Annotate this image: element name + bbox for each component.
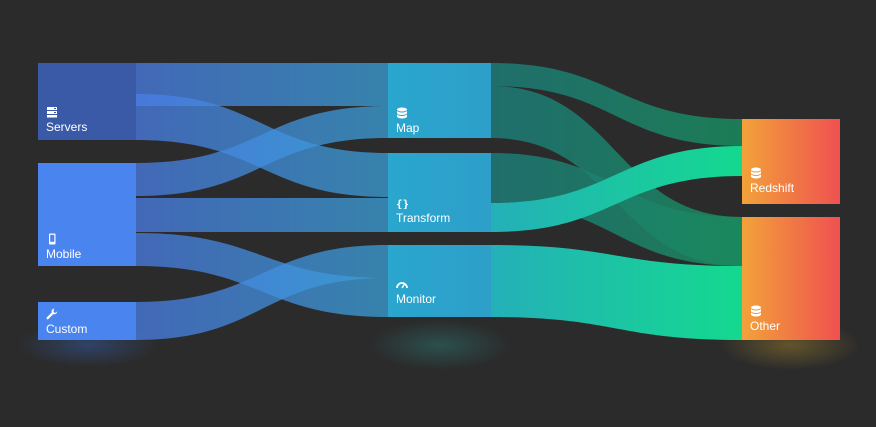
node-mobile[interactable] (38, 163, 136, 266)
flow-mobile-transform (136, 198, 388, 232)
sankey-canvas (18, 63, 860, 370)
flows-process-to-destination (491, 63, 742, 340)
node-redshift[interactable] (742, 119, 840, 204)
node-other[interactable] (742, 217, 840, 340)
glow (370, 320, 510, 370)
sankey-diagram: Servers Mobile Custom Map {} Transform M… (0, 0, 876, 427)
node-transform[interactable] (388, 153, 491, 232)
node-map[interactable] (388, 63, 491, 138)
node-monitor[interactable] (388, 245, 491, 317)
node-servers[interactable] (38, 63, 136, 140)
flows-source-to-process (136, 63, 388, 340)
node-custom[interactable] (38, 302, 136, 340)
